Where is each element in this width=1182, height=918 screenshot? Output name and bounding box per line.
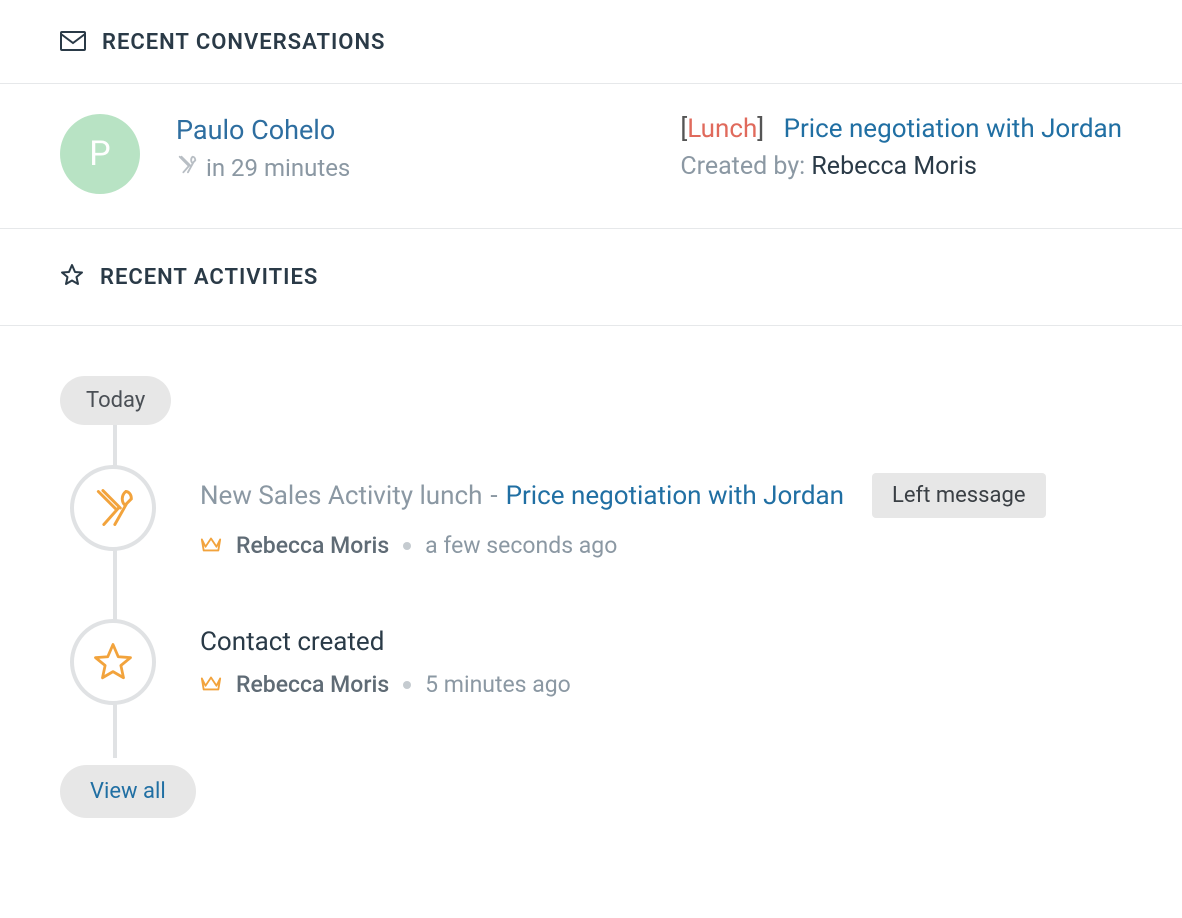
conversation-right: [Lunch] Price negotiation with Jordan Cr… — [680, 114, 1122, 181]
activity-author[interactable]: Rebecca Moris — [236, 671, 389, 698]
timeline-line — [113, 406, 117, 758]
timeline-today-label: Today — [86, 388, 145, 413]
activity-title: Contact created — [200, 627, 384, 657]
conversation-row[interactable]: P Paulo Cohelo in 29 minutes [Lunch] Pri… — [0, 84, 1182, 229]
timeline-item: New Sales Activity lunch - Price negotia… — [60, 465, 1122, 559]
avatar[interactable]: P — [60, 114, 140, 194]
activity-dash: - — [490, 481, 497, 511]
activity-status-badge: Left message — [872, 473, 1045, 518]
view-all-label: View all — [90, 779, 166, 804]
section-title-conversations: RECENT CONVERSATIONS — [102, 30, 385, 55]
star-icon — [60, 263, 84, 291]
section-title-activities: RECENT ACTIVITIES — [100, 265, 318, 290]
view-all-button[interactable]: View all — [60, 765, 196, 818]
timeline-today-pill: Today — [60, 376, 171, 425]
timeline: Today New Sales Activity lunch - Price n… — [0, 326, 1182, 858]
utensils-icon — [176, 154, 198, 182]
tag-lunch[interactable]: Lunch — [687, 114, 757, 144]
timeline-item-meta: Rebecca Moris a few seconds ago — [200, 532, 1122, 559]
created-by-line: Created by: Rebecca Moris — [680, 152, 1122, 181]
activity-time: 5 minutes ago — [425, 671, 571, 698]
timeline-item-body: New Sales Activity lunch - Price negotia… — [200, 465, 1122, 559]
contact-name-link[interactable]: Paulo Cohelo — [176, 114, 644, 146]
activity-prefix: New Sales Activity lunch — [200, 481, 482, 511]
activity-author[interactable]: Rebecca Moris — [236, 532, 389, 559]
recent-activities-header: RECENT ACTIVITIES — [0, 229, 1182, 326]
meta-dot — [403, 681, 411, 689]
avatar-letter: P — [89, 134, 110, 174]
tag-bracket-close: ] — [757, 114, 764, 144]
timeline-item-body: Contact created Rebecca Moris 5 minutes … — [200, 619, 1122, 698]
meta-dot — [403, 542, 411, 550]
timeline-icon-star — [70, 619, 156, 705]
created-by-label: Created by: — [680, 152, 805, 181]
recent-conversations-header: RECENT CONVERSATIONS — [0, 0, 1182, 84]
timeline-icon-lunch — [70, 465, 156, 551]
conversation-title-link[interactable]: Price negotiation with Jordan — [784, 114, 1122, 144]
activity-link[interactable]: Price negotiation with Jordan — [506, 481, 844, 511]
mail-icon — [60, 31, 86, 55]
timeline-item: Contact created Rebecca Moris 5 minutes … — [60, 619, 1122, 705]
conversation-subline: in 29 minutes — [176, 154, 644, 182]
timeline-item-title: New Sales Activity lunch - Price negotia… — [200, 473, 1122, 518]
created-by-name[interactable]: Rebecca Moris — [811, 152, 976, 181]
timeline-item-title: Contact created — [200, 627, 1122, 657]
conversation-title-line: [Lunch] Price negotiation with Jordan — [680, 114, 1122, 144]
activity-time: a few seconds ago — [425, 532, 617, 559]
crown-icon — [200, 671, 222, 698]
timeline-item-meta: Rebecca Moris 5 minutes ago — [200, 671, 1122, 698]
crown-icon — [200, 532, 222, 559]
conversation-time: in 29 minutes — [206, 154, 350, 182]
conversation-left: Paulo Cohelo in 29 minutes — [176, 114, 644, 182]
